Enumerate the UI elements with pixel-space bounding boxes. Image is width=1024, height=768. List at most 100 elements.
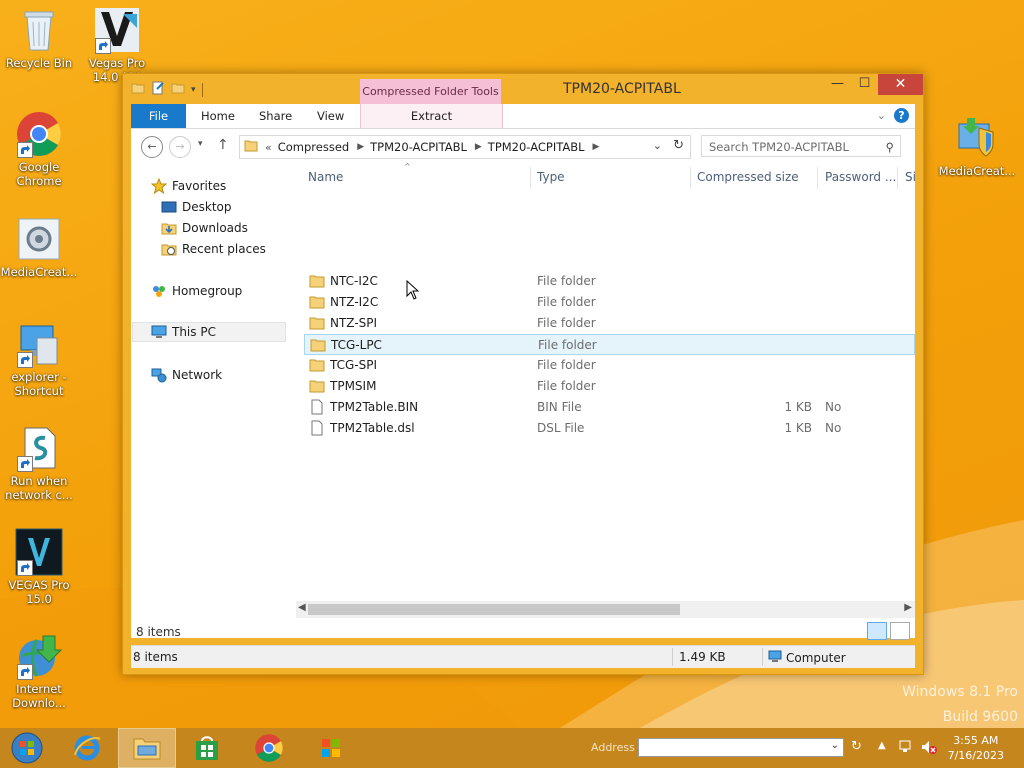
address-segment-compressed[interactable]: Compressed: [278, 140, 349, 154]
taskbar: Address ⌄ ↻ ▲ 3:55 AM 7/16/2023: [0, 728, 1024, 768]
tab-home[interactable]: Home: [201, 104, 235, 128]
taskbar-internet-explorer[interactable]: [58, 728, 116, 768]
scroll-right-icon[interactable]: ▶: [904, 602, 912, 613]
desktop-icon-internet-download-manager[interactable]: Internet Downlo...: [0, 632, 78, 710]
shortcut-arrow-icon: [17, 352, 33, 368]
address-overflow[interactable]: «: [265, 141, 272, 154]
column-header-compressed-size[interactable]: Compressed size: [697, 170, 799, 184]
back-button[interactable]: ←: [141, 136, 163, 158]
nav-downloads[interactable]: Downloads: [161, 218, 248, 238]
desktop-icon-label: explorer - Shortcut: [11, 370, 67, 398]
tab-file[interactable]: File: [131, 104, 186, 128]
properties-icon[interactable]: [151, 81, 165, 98]
clock-date: 7/16/2023: [947, 749, 1004, 762]
address-dropdown-icon[interactable]: ⌄: [653, 139, 662, 152]
table-row[interactable]: TPMSIM File folder: [304, 376, 915, 397]
file-name: NTC-I2C: [330, 274, 378, 288]
table-row[interactable]: NTZ-I2C File folder: [304, 292, 915, 313]
table-row[interactable]: NTC-I2C File folder: [304, 271, 915, 292]
search-input[interactable]: Search TPM20-ACPITABL ⚲: [701, 135, 901, 157]
search-icon[interactable]: ⚲: [886, 136, 894, 158]
taskbar-address-input[interactable]: ⌄: [638, 738, 844, 757]
internet-explorer-icon: [74, 735, 101, 761]
desktop-icon-label: VEGAS Pro 15.0: [8, 578, 70, 606]
scroll-left-icon[interactable]: ◀: [298, 602, 306, 613]
title-bar[interactable]: ▾ Compressed Folder Tools TPM20-ACPITABL…: [123, 74, 923, 104]
content-area: Favorites Desktop Downloads Recent place…: [131, 163, 915, 638]
column-divider: [530, 167, 531, 189]
start-button[interactable]: [0, 728, 54, 768]
taskbar-windows-app[interactable]: [302, 728, 360, 768]
show-hidden-icons-icon[interactable]: ▲: [878, 740, 886, 751]
volume-muted-icon[interactable]: [920, 739, 938, 758]
file-type: File folder: [537, 295, 596, 309]
table-row[interactable]: TCG-SPI File folder: [304, 355, 915, 376]
taskbar-address-refresh-icon[interactable]: ↻: [851, 739, 862, 754]
table-row[interactable]: TPM2Table.BIN BIN File 1 KB No: [304, 397, 915, 418]
chevron-right-icon[interactable]: ▶: [357, 142, 364, 152]
shortcut-arrow-icon: [95, 38, 111, 54]
help-icon[interactable]: ?: [894, 108, 909, 123]
chevron-down-icon[interactable]: ⌄: [831, 740, 839, 751]
explorer-icon: [15, 320, 63, 368]
file-list: ^ Name Type Compressed size Password ...…: [296, 163, 915, 638]
file-type: DSL File: [537, 421, 585, 435]
desktop-icon-google-chrome[interactable]: Google Chrome: [0, 110, 78, 188]
column-header-size[interactable]: Si: [905, 170, 915, 184]
table-row[interactable]: NTZ-SPI File folder: [304, 313, 915, 334]
file-size: 1 KB: [784, 421, 812, 435]
desktop-icon-run-when-network[interactable]: Run when network c...: [0, 424, 78, 502]
chevron-right-icon[interactable]: ▶: [475, 142, 482, 152]
column-header-password[interactable]: Password ...: [825, 170, 896, 184]
ribbon-right-controls: ⌄ ?: [877, 108, 909, 123]
customize-toolbar-icon[interactable]: ▾: [191, 85, 196, 95]
column-header-type[interactable]: Type: [537, 170, 565, 184]
nav-recent-places[interactable]: Recent places: [161, 239, 266, 259]
nav-homegroup[interactable]: Homegroup: [151, 281, 242, 301]
tab-extract[interactable]: Extract: [360, 104, 503, 128]
desktop-icon-mediacreation-right[interactable]: MediaCreat...: [935, 114, 1019, 178]
refresh-icon[interactable]: ↻: [673, 138, 684, 153]
tab-share[interactable]: Share: [259, 104, 292, 128]
file-name: TCG-SPI: [330, 358, 378, 372]
desktop-icon-mediacreation[interactable]: MediaCreat...: [0, 215, 78, 279]
tab-view[interactable]: View: [317, 104, 344, 128]
navigation-pane: Favorites Desktop Downloads Recent place…: [131, 163, 296, 638]
close-button[interactable]: ✕: [878, 74, 923, 95]
nav-this-pc[interactable]: This PC: [132, 322, 286, 342]
taskbar-store[interactable]: [178, 728, 236, 768]
taskbar-chrome[interactable]: [240, 728, 298, 768]
nav-desktop[interactable]: Desktop: [161, 197, 232, 217]
details-view-button[interactable]: [867, 622, 887, 640]
network-tray-icon[interactable]: [898, 739, 914, 758]
explorer-window[interactable]: ▾ Compressed Folder Tools TPM20-ACPITABL…: [122, 73, 924, 675]
table-row-hovered[interactable]: TCG-LPC File folder: [304, 334, 915, 355]
table-row[interactable]: TPM2Table.dsl DSL File 1 KB No: [304, 418, 915, 439]
address-segment-tpm20-1[interactable]: TPM20-ACPITABL: [370, 140, 467, 154]
address-bar[interactable]: « Compressed ▶ TPM20-ACPITABL ▶ TPM20-AC…: [239, 135, 691, 159]
recent-locations-icon[interactable]: ▾: [198, 139, 203, 149]
nav-network[interactable]: Network: [151, 365, 222, 385]
desktop-icon-vegas-pro-15[interactable]: VEGAS Pro 15.0: [0, 528, 78, 606]
up-button[interactable]: ↑: [217, 137, 229, 153]
large-icons-view-button[interactable]: [890, 622, 910, 640]
expand-ribbon-icon[interactable]: ⌄: [877, 109, 886, 122]
desktop-icon-explorer-shortcut[interactable]: explorer - Shortcut: [0, 320, 78, 398]
taskbar-clock[interactable]: 3:55 AM 7/16/2023: [948, 733, 1004, 763]
nav-favorites[interactable]: Favorites: [150, 176, 226, 196]
chevron-right-icon[interactable]: ▶: [593, 142, 600, 152]
address-segment-tpm20-2[interactable]: TPM20-ACPITABL: [488, 140, 585, 154]
maximize-button[interactable]: ☐: [851, 74, 878, 95]
search-placeholder: Search TPM20-ACPITABL: [709, 140, 849, 154]
chrome-icon: [15, 110, 63, 158]
column-header-name[interactable]: Name: [308, 170, 343, 184]
taskbar-file-explorer[interactable]: [118, 728, 176, 768]
horizontal-scrollbar[interactable]: ◀ ▶: [296, 601, 915, 618]
minimize-button[interactable]: —: [824, 74, 851, 95]
desktop-icon-recycle-bin[interactable]: Recycle Bin: [0, 6, 78, 70]
new-folder-icon[interactable]: [171, 81, 185, 98]
forward-button[interactable]: →: [169, 136, 191, 158]
column-divider: [690, 167, 691, 189]
scrollbar-thumb[interactable]: [308, 604, 680, 615]
folder-app-icon: [131, 81, 145, 98]
